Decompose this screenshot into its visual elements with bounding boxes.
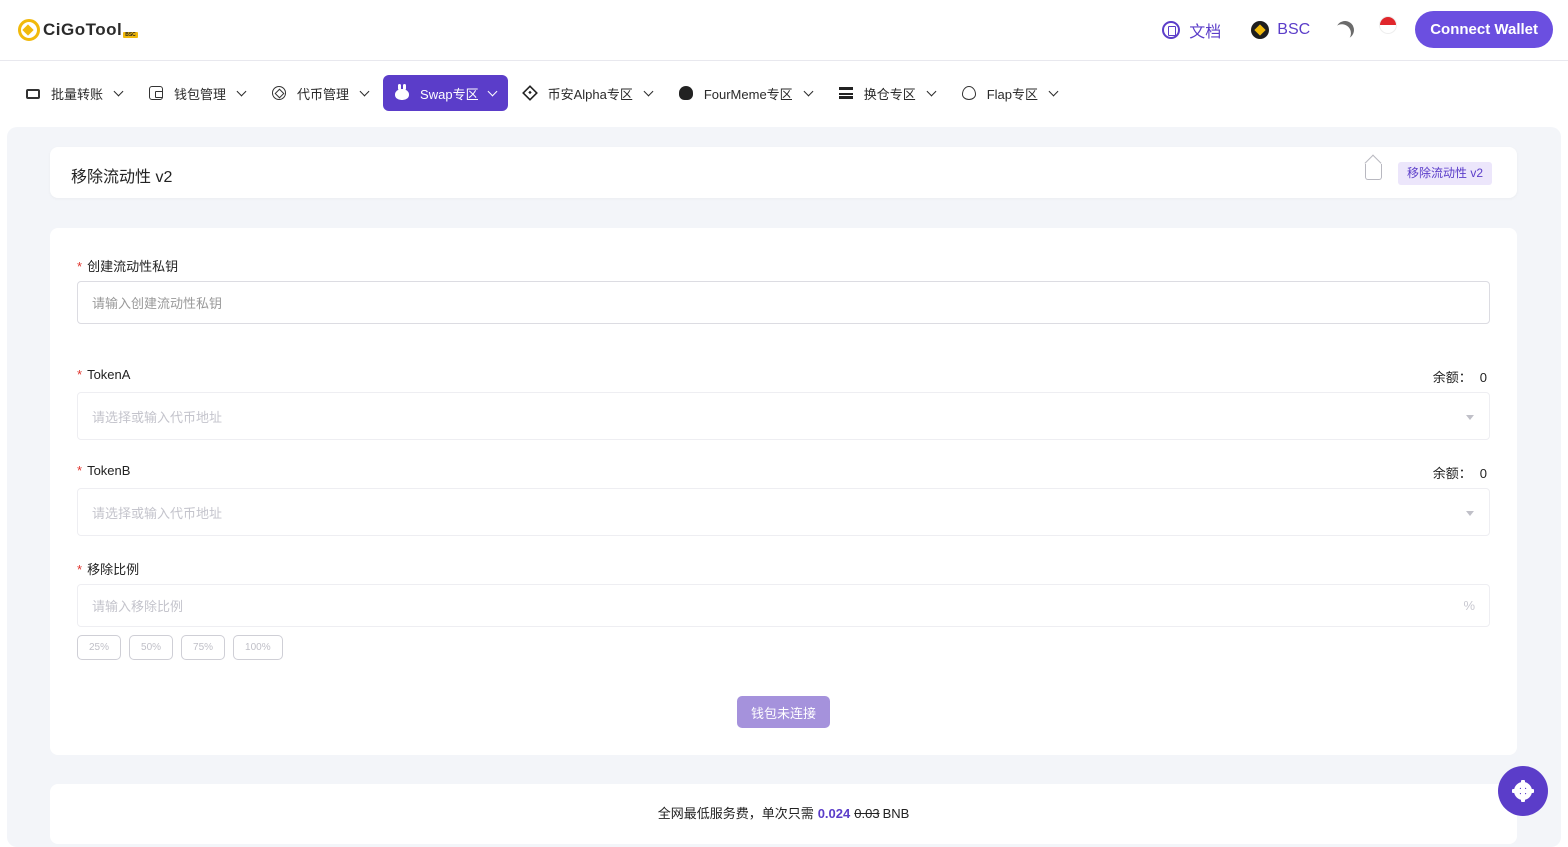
token-b-label-text: TokenB xyxy=(87,463,131,478)
wallet-icon xyxy=(149,86,164,100)
alpha-icon xyxy=(521,85,538,101)
nav-item-fourmeme[interactable]: FourMeme专区 xyxy=(667,75,824,111)
nav-item-label: 换仓专区 xyxy=(863,86,916,102)
chevron-down-icon xyxy=(803,86,814,96)
fee-unit: BNB xyxy=(882,806,910,821)
nav-item-token-management[interactable]: 代币管理 xyxy=(260,75,380,111)
coin-icon xyxy=(272,86,287,100)
page-title: 移除流动性 v2 xyxy=(71,169,173,186)
required-mark: * xyxy=(77,259,83,274)
nav-item-label: 币安Alpha专区 xyxy=(547,86,633,102)
logo-badge: BSC xyxy=(123,32,138,38)
chevron-down-icon xyxy=(113,86,124,96)
top-bar: CiGoTool BSC 文档 BSC Connect Wallet xyxy=(0,0,1568,61)
balance-label: 余额： xyxy=(1432,466,1472,481)
home-icon[interactable] xyxy=(1365,164,1382,180)
nav-item-label: FourMeme专区 xyxy=(703,86,793,102)
preset-50-button[interactable]: 50% xyxy=(129,635,174,660)
ratio-label: * 移除比例 xyxy=(77,559,139,578)
nav-item-label: Flap专区 xyxy=(986,86,1038,102)
fee-current: 0.024 xyxy=(817,806,851,821)
ratio-presets: 25% 50% 75% 100% xyxy=(77,635,291,660)
percent-suffix: % xyxy=(1463,598,1475,613)
nav-item-binance-alpha[interactable]: 币安Alpha专区 xyxy=(511,75,664,111)
fee-description: 全网最低服务费，单次只需 xyxy=(657,806,814,821)
connect-wallet-button[interactable]: Connect Wallet xyxy=(1415,11,1553,48)
chevron-down-icon xyxy=(926,86,937,96)
logo-mark-icon xyxy=(18,19,40,41)
chain-label: BSC xyxy=(1277,20,1311,38)
chevron-down-icon xyxy=(359,86,370,96)
stack-icon xyxy=(838,87,853,99)
chevron-down-icon xyxy=(643,86,654,96)
document-icon xyxy=(1162,20,1181,39)
language-flag-icon[interactable] xyxy=(1379,15,1398,34)
nav-item-label: 钱包管理 xyxy=(174,86,227,102)
frog-icon xyxy=(678,86,693,100)
submit-button[interactable]: 钱包未连接 xyxy=(737,696,830,728)
nav-item-label: Swap专区 xyxy=(420,86,479,102)
token-b-label: * TokenB xyxy=(77,463,130,478)
token-b-balance: 余额： 0 xyxy=(1433,463,1487,482)
transfer-icon xyxy=(26,89,40,99)
main-content: 移除流动性 v2 移除流动性 v2 * 创建流动性私钥 请输入创建流动性私钥 * T… xyxy=(7,127,1561,847)
chevron-down-icon xyxy=(236,86,247,96)
logo-text: CiGoTool xyxy=(43,20,123,39)
butterfly-icon xyxy=(961,86,976,100)
ratio-input[interactable]: 请输入移除比例 % xyxy=(77,584,1490,627)
token-b-placeholder: 请选择或输入代币地址 xyxy=(92,505,223,521)
nav-item-flap[interactable]: Flap专区 xyxy=(950,75,1069,111)
nav-item-wallet-management[interactable]: 钱包管理 xyxy=(137,75,257,111)
caret-down-icon xyxy=(1466,415,1474,420)
docs-label: 文档 xyxy=(1189,23,1222,41)
token-a-balance: 余额： 0 xyxy=(1433,367,1487,386)
bsc-icon xyxy=(1251,20,1270,39)
fee-original: 0.03 xyxy=(854,806,880,821)
nav-item-label: 批量转账 xyxy=(51,86,104,102)
fee-notice: 全网最低服务费，单次只需 0.024 0.03 BNB xyxy=(50,784,1517,844)
fee-text: 全网最低服务费，单次只需 0.024 0.03 BNB xyxy=(50,803,1517,822)
remove-liquidity-form: * 创建流动性私钥 请输入创建流动性私钥 * TokenA 余额： 0 请选择或输入代… xyxy=(50,228,1517,755)
nav-item-position-swap[interactable]: 换仓专区 xyxy=(827,75,947,111)
token-a-label: * TokenA xyxy=(77,367,130,382)
caret-down-icon xyxy=(1466,511,1474,516)
chain-selector[interactable]: BSC xyxy=(1251,20,1311,39)
preset-100-button[interactable]: 100% xyxy=(233,635,283,660)
chevron-down-icon xyxy=(487,86,498,96)
private-key-label-text: 创建流动性私钥 xyxy=(87,259,179,274)
token-a-select[interactable]: 请选择或输入代币地址 xyxy=(77,392,1490,440)
nav-item-batch-transfer[interactable]: 批量转账 xyxy=(14,75,134,111)
nav-item-swap[interactable]: Swap专区 xyxy=(383,75,508,111)
page-header: 移除流动性 v2 移除流动性 v2 xyxy=(50,147,1517,198)
required-mark: * xyxy=(77,562,83,577)
token-a-label-text: TokenA xyxy=(87,367,131,382)
ratio-label-text: 移除比例 xyxy=(87,562,140,577)
bunny-icon xyxy=(395,84,410,100)
balance-value: 0 xyxy=(1479,370,1487,385)
private-key-placeholder: 请输入创建流动性私钥 xyxy=(92,296,223,311)
token-b-select[interactable]: 请选择或输入代币地址 xyxy=(77,488,1490,536)
token-a-placeholder: 请选择或输入代币地址 xyxy=(92,409,223,425)
nav-item-label: 代币管理 xyxy=(297,86,350,102)
gear-icon xyxy=(1512,780,1534,802)
header-actions: 文档 BSC Connect Wallet xyxy=(1162,11,1553,48)
balance-value: 0 xyxy=(1479,466,1487,481)
required-mark: * xyxy=(77,367,83,382)
private-key-input[interactable]: 请输入创建流动性私钥 xyxy=(77,281,1490,324)
chevron-down-icon xyxy=(1048,86,1059,96)
docs-link[interactable]: 文档 xyxy=(1162,18,1221,42)
balance-label: 余额： xyxy=(1432,370,1472,385)
ratio-placeholder: 请输入移除比例 xyxy=(92,599,184,614)
required-mark: * xyxy=(77,463,83,478)
preset-25-button[interactable]: 25% xyxy=(77,635,122,660)
settings-button[interactable] xyxy=(1498,766,1548,816)
preset-75-button[interactable]: 75% xyxy=(181,635,226,660)
private-key-label: * 创建流动性私钥 xyxy=(77,256,178,275)
breadcrumb[interactable]: 移除流动性 v2 xyxy=(1397,162,1492,185)
logo[interactable]: CiGoTool BSC xyxy=(18,17,138,43)
moon-icon[interactable] xyxy=(1334,18,1357,41)
main-nav: 批量转账 钱包管理 代币管理 Swap专区 币安Alpha专区 FourMeme… xyxy=(14,75,1072,111)
